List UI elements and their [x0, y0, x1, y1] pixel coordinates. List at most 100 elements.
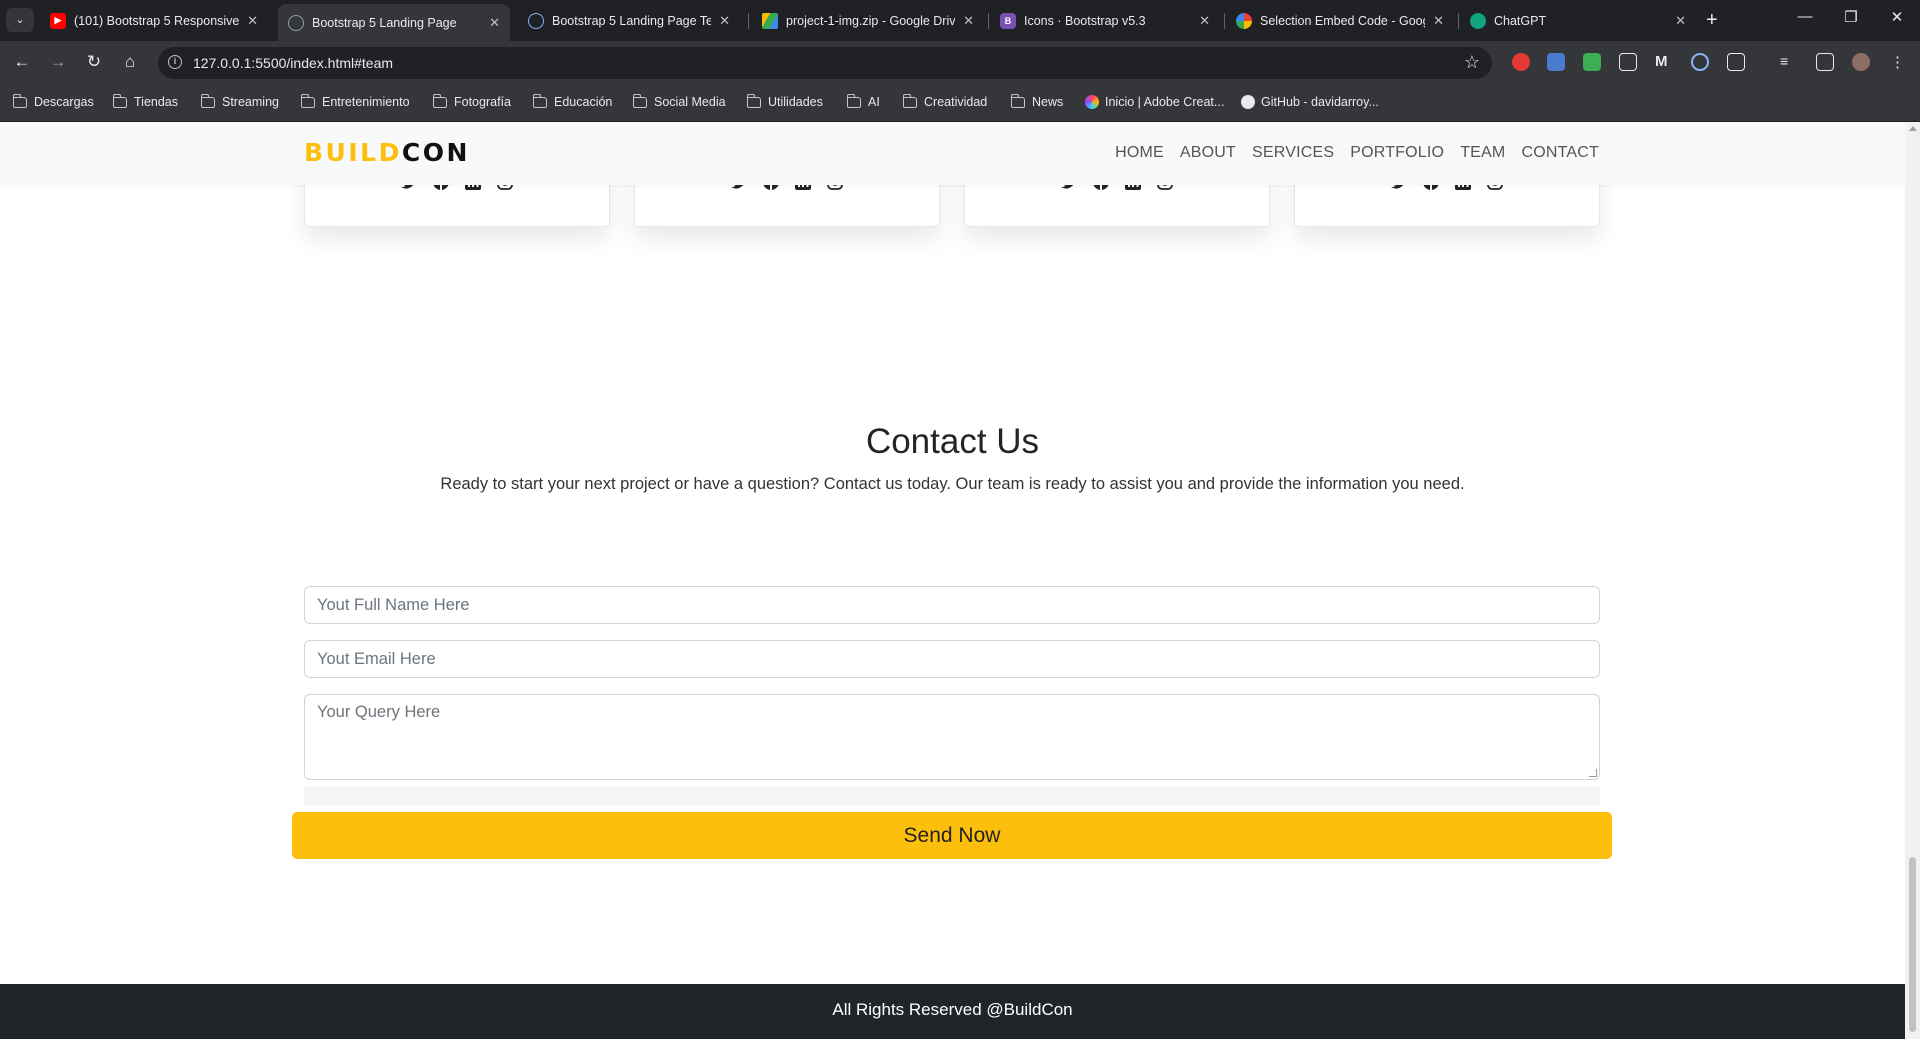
nav-home[interactable]: HOME: [1115, 144, 1164, 162]
reload-icon[interactable]: ↻: [83, 52, 105, 72]
globe-icon: [288, 14, 304, 31]
site-info-icon[interactable]: i: [168, 55, 182, 69]
folder-icon: [1010, 93, 1025, 108]
bookmark-folder[interactable]: Fotografía: [432, 93, 511, 109]
notion-icon[interactable]: [1619, 53, 1637, 71]
bookmark-folder[interactable]: Social Media: [632, 93, 726, 109]
browser-toolbar: ← → ↻ ⌂ i 127.0.0.1:5500/index.html#team…: [0, 41, 1920, 85]
tab-search-button[interactable]: ⌄: [6, 8, 34, 32]
close-icon[interactable]: ✕: [1199, 13, 1210, 29]
query-textarea[interactable]: Your Query Here: [304, 694, 1600, 780]
side-panel-icon[interactable]: [1816, 53, 1834, 71]
email-field[interactable]: Yout Email Here: [304, 640, 1600, 678]
medium-icon[interactable]: M: [1655, 53, 1673, 71]
bookmark-label: GitHub - davidarroy...: [1261, 95, 1379, 109]
close-icon[interactable]: ✕: [1433, 13, 1444, 29]
nav-contact[interactable]: CONTACT: [1521, 144, 1599, 162]
bookmark-label: Educación: [554, 95, 613, 109]
footer-copyright: All Rights Reserved @BuildCon: [832, 1000, 1073, 1019]
translate-icon[interactable]: [1547, 53, 1565, 71]
extension-icon[interactable]: [1583, 53, 1601, 71]
avatar[interactable]: [1852, 53, 1870, 71]
folder-icon: [200, 93, 215, 108]
bookmark-label: Utilidades: [768, 95, 823, 109]
bookmark-folder[interactable]: Descargas: [12, 93, 94, 109]
extensions-puzzle-icon[interactable]: [1727, 53, 1745, 71]
folder-icon: [112, 93, 127, 108]
bookmark-folder[interactable]: Streaming: [200, 93, 279, 109]
google-icon: [1236, 12, 1252, 29]
page-scrollbar[interactable]: [1905, 122, 1920, 1039]
close-icon[interactable]: ✕: [719, 13, 730, 29]
form-spacer: [304, 786, 1600, 806]
brand-logo[interactable]: BUILDCON: [304, 138, 470, 167]
media-control-icon[interactable]: ≡: [1780, 53, 1798, 71]
tab-selection-embed[interactable]: Selection Embed Code - Googl ✕: [1226, 4, 1454, 37]
bookmark-folder[interactable]: Educación: [532, 93, 613, 109]
query-placeholder: Your Query Here: [317, 703, 441, 721]
tab-google-drive[interactable]: project-1-img.zip - Google Driv ✕: [752, 4, 984, 37]
tab-chatgpt[interactable]: ChatGPT ✕: [1460, 4, 1696, 37]
github-icon: [1241, 95, 1255, 109]
home-icon[interactable]: ⌂: [119, 52, 141, 72]
tab-title: Selection Embed Code - Googl: [1260, 13, 1426, 28]
url-text[interactable]: 127.0.0.1:5500/index.html#team: [193, 55, 393, 71]
tab-active[interactable]: Bootstrap 5 Landing Page ✕: [278, 4, 510, 41]
tab-youtube[interactable]: ▶ (101) Bootstrap 5 Responsive La ✕: [40, 4, 268, 37]
close-window-icon[interactable]: ✕: [1874, 8, 1920, 26]
bookmark-folder[interactable]: Entretenimiento: [300, 93, 410, 109]
back-icon[interactable]: ←: [11, 52, 33, 72]
minimize-icon[interactable]: —: [1782, 8, 1828, 25]
nav-links: HOME ABOUT SERVICES PORTFOLIO TEAM CONTA…: [1115, 144, 1599, 162]
bookmark-link[interactable]: GitHub - davidarroy...: [1241, 95, 1379, 109]
nav-services[interactable]: SERVICES: [1252, 144, 1334, 162]
nav-portfolio[interactable]: PORTFOLIO: [1350, 144, 1444, 162]
bookmark-label: Creatividad: [924, 95, 988, 109]
bookmark-label: Inicio | Adobe Creat...: [1105, 95, 1225, 109]
extension-icon[interactable]: [1512, 53, 1530, 71]
bookmark-star-icon[interactable]: ☆: [1464, 52, 1480, 73]
tab-title: Bootstrap 5 Landing Page Temp: [552, 13, 712, 28]
bookmark-folder[interactable]: Tiendas: [112, 93, 178, 109]
close-icon[interactable]: ✕: [963, 13, 974, 29]
chatgpt-icon: [1470, 12, 1486, 29]
name-field[interactable]: Yout Full Name Here: [304, 586, 1600, 624]
tab-title: Icons · Bootstrap v5.3: [1024, 13, 1146, 28]
close-icon[interactable]: ✕: [1675, 13, 1686, 29]
close-icon[interactable]: ✕: [489, 15, 500, 31]
bookmark-folder[interactable]: Creatividad: [902, 93, 988, 109]
tab-landing-template[interactable]: Bootstrap 5 Landing Page Temp ✕: [518, 4, 740, 37]
nav-about[interactable]: ABOUT: [1180, 144, 1236, 162]
brand-part-2: CON: [401, 138, 470, 167]
bookmark-label: Fotografía: [454, 95, 511, 109]
folder-icon: [632, 93, 647, 108]
new-tab-button[interactable]: +: [1706, 9, 1718, 32]
tab-bootstrap-icons[interactable]: B Icons · Bootstrap v5.3 ✕: [990, 4, 1220, 37]
bookmark-label: AI: [868, 95, 880, 109]
folder-icon: [432, 93, 447, 108]
restore-icon[interactable]: ❐: [1828, 8, 1874, 26]
globe-icon: [528, 12, 544, 29]
browser-chrome: ⌄ ▶ (101) Bootstrap 5 Responsive La ✕ Bo…: [0, 0, 1920, 122]
folder-icon: [12, 93, 27, 108]
menu-kebab-icon[interactable]: ⋮: [1890, 53, 1908, 71]
bookmark-link[interactable]: Inicio | Adobe Creat...: [1085, 95, 1224, 109]
scroll-up-icon[interactable]: [1909, 126, 1917, 131]
bootstrap-icon: B: [1000, 12, 1016, 29]
contact-subtitle: Ready to start your next project or have…: [440, 475, 1465, 493]
bookmark-folder[interactable]: Utilidades: [746, 93, 823, 109]
close-icon[interactable]: ✕: [247, 13, 258, 29]
bookmark-label: Social Media: [654, 95, 726, 109]
youtube-icon: ▶: [50, 12, 66, 29]
resize-handle-icon[interactable]: [1589, 769, 1597, 777]
scrollbar-thumb[interactable]: [1909, 857, 1916, 1032]
send-now-button[interactable]: Send Now: [292, 812, 1612, 859]
bookmark-folder[interactable]: AI: [846, 93, 880, 109]
site-navbar: BUILDCON HOME ABOUT SERVICES PORTFOLIO T…: [0, 122, 1905, 185]
folder-icon: [746, 93, 761, 108]
nav-team[interactable]: TEAM: [1460, 144, 1505, 162]
bookmark-folder[interactable]: News: [1010, 93, 1063, 109]
extension-icon[interactable]: [1691, 53, 1709, 71]
forward-icon[interactable]: →: [47, 52, 69, 72]
address-bar[interactable]: i 127.0.0.1:5500/index.html#team ☆: [158, 47, 1492, 79]
